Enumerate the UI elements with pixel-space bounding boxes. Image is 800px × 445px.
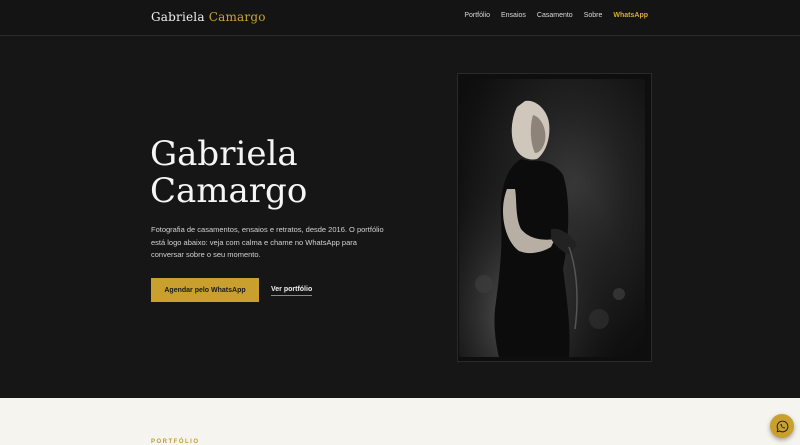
brand-first-name: Gabriela [151,10,205,24]
nav-link-casamento[interactable]: Casamento [537,12,573,19]
main-nav: Portfólio Ensaios Casamento Sobre WhatsA… [464,12,648,19]
portrait-image [459,79,645,357]
nav-link-whatsapp[interactable]: WhatsApp [613,12,648,19]
nav-link-portfolio[interactable]: Portfólio [464,12,490,19]
hero-title: Gabriela Camargo [150,136,380,210]
view-portfolio-link[interactable]: Ver portfólio [271,286,313,296]
portfolio-section-label: PORTFÓLIO [151,439,200,445]
nav-link-ensaios[interactable]: Ensaios [501,12,526,19]
portfolio-section [0,398,800,445]
hero-description: Fotografia de casamentos, ensaios e retr… [151,225,384,259]
site-header: Gabriela Camargo Portfólio Ensaios Casam… [0,0,800,36]
hero-photo [459,79,645,357]
whatsapp-icon [776,420,788,432]
brand-logo[interactable]: Gabriela Camargo [151,10,266,24]
schedule-whatsapp-button[interactable]: Agendar pelo WhatsApp [151,278,259,302]
brand-last-name: Camargo [208,10,266,24]
hero-title-line1: Gabriela [150,134,298,174]
nav-link-sobre[interactable]: Sobre [584,12,603,19]
whatsapp-floating-button[interactable] [770,414,794,438]
hero-title-line2: Camargo [150,171,308,211]
